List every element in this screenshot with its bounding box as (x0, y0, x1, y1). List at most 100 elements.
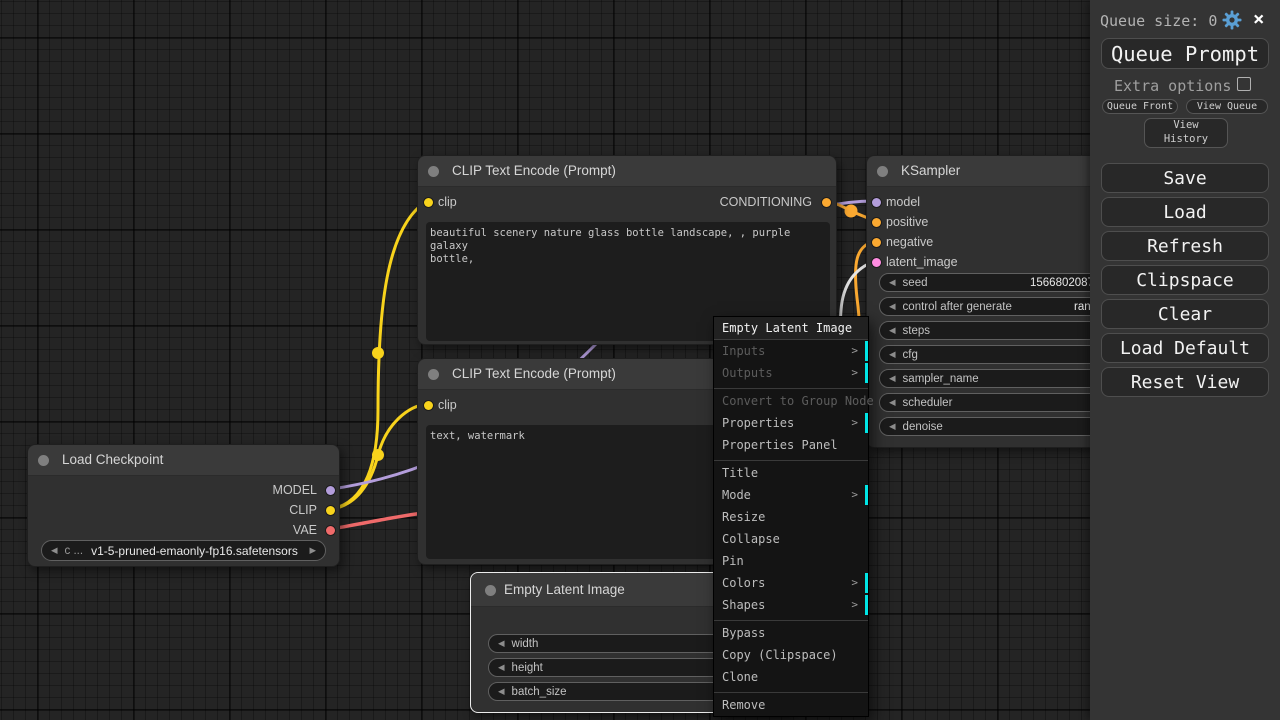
submenu-accent-bar (865, 363, 868, 383)
submenu-arrow-icon: > (851, 412, 858, 434)
node-header[interactable]: CLIP Text Encode (Prompt) (418, 156, 836, 187)
submenu-accent-bar (865, 573, 868, 593)
submenu-arrow-icon: > (851, 340, 858, 362)
view-history-button[interactable]: View History (1144, 118, 1228, 148)
node-title: KSampler (901, 156, 960, 186)
left-arrow-icon[interactable]: ◀ (51, 546, 58, 555)
widget-label: batch_size (512, 686, 567, 698)
port-latent-image-input[interactable] (872, 258, 881, 267)
menu-item-pin[interactable]: Pin (714, 550, 868, 572)
widget-label: steps (903, 325, 931, 337)
collapse-dot-icon[interactable] (38, 455, 49, 466)
view-queue-button[interactable]: View Queue (1186, 99, 1268, 114)
port-clip-output[interactable] (326, 506, 335, 515)
menu-item-outputs: Outputs > (714, 362, 868, 384)
right-arrow-icon[interactable]: ▶ (309, 546, 316, 555)
port-model-input[interactable] (872, 198, 881, 207)
load-button[interactable]: Load (1101, 197, 1269, 227)
menu-separator (714, 384, 868, 389)
comfy-menu-sidebar: Queue size: 0 × Queue Prompt Extra optio… (1090, 0, 1280, 720)
left-arrow-icon[interactable]: ◀ (498, 639, 505, 648)
port-clip-input[interactable] (424, 198, 433, 207)
left-arrow-icon[interactable]: ◀ (889, 302, 896, 311)
submenu-accent-bar (865, 485, 868, 505)
left-arrow-icon[interactable]: ◀ (889, 326, 896, 335)
port-positive-input[interactable] (872, 218, 881, 227)
queue-front-button[interactable]: Queue Front (1102, 99, 1178, 114)
widget-value: v1-5-pruned-emaonly-fp16.safetensors (91, 544, 298, 558)
menu-item-bypass[interactable]: Bypass (714, 622, 868, 644)
settings-gear-icon[interactable] (1222, 10, 1242, 34)
left-arrow-icon[interactable]: ◀ (889, 422, 896, 431)
node-header[interactable]: Load Checkpoint (28, 445, 339, 476)
collapse-dot-icon[interactable] (428, 166, 439, 177)
extra-options-checkbox[interactable] (1237, 77, 1251, 91)
widget-label: sampler_name (903, 373, 979, 385)
menu-item-collapse[interactable]: Collapse (714, 528, 868, 550)
widget-label: c ... (65, 545, 84, 557)
menu-item-copy-clipspace[interactable]: Copy (Clipspace) (714, 644, 868, 666)
node-title: Load Checkpoint (62, 445, 163, 475)
clipspace-button[interactable]: Clipspace (1101, 265, 1269, 295)
menu-item-remove[interactable]: Remove (714, 694, 868, 716)
node-load-checkpoint[interactable]: Load Checkpoint MODEL CLIP VAE ◀ c ... v… (27, 444, 340, 567)
queue-prompt-button[interactable]: Queue Prompt (1101, 38, 1269, 69)
left-arrow-icon[interactable]: ◀ (889, 398, 896, 407)
widget-value: 1566802087 (1030, 277, 1094, 289)
menu-separator (714, 616, 868, 621)
port-label: MODEL (273, 483, 317, 497)
refresh-button[interactable]: Refresh (1101, 231, 1269, 261)
port-label: VAE (293, 523, 317, 537)
port-clip-input[interactable] (424, 401, 433, 410)
load-default-button[interactable]: Load Default (1101, 333, 1269, 363)
port-label: positive (886, 215, 928, 229)
left-arrow-icon[interactable]: ◀ (498, 663, 505, 672)
submenu-arrow-icon: > (851, 362, 858, 384)
menu-item-resize[interactable]: Resize (714, 506, 868, 528)
widget-label: scheduler (903, 397, 953, 409)
node-context-menu: Empty Latent Image Inputs > Outputs > Co… (713, 316, 869, 717)
comfyui-app: CLIP Text Encode (Prompt) clip CONDITION… (0, 0, 1280, 720)
reset-view-button[interactable]: Reset View (1101, 367, 1269, 397)
menu-item-clone[interactable]: Clone (714, 666, 868, 688)
menu-item-properties[interactable]: Properties > (714, 412, 868, 434)
port-vae-output[interactable] (326, 526, 335, 535)
collapse-dot-icon[interactable] (877, 166, 888, 177)
port-label: model (886, 195, 920, 209)
node-title: CLIP Text Encode (Prompt) (452, 359, 616, 389)
submenu-arrow-icon: > (851, 484, 858, 506)
widget-label: seed (903, 277, 928, 289)
left-arrow-icon[interactable]: ◀ (498, 687, 505, 696)
menu-separator (714, 456, 868, 461)
submenu-accent-bar (865, 341, 868, 361)
conditioning-link-midpoint-dot (845, 205, 858, 218)
menu-item-colors[interactable]: Colors > (714, 572, 868, 594)
port-label: CLIP (289, 503, 317, 517)
queue-size-label: Queue size: 0 (1100, 12, 1217, 30)
port-negative-input[interactable] (872, 238, 881, 247)
menu-item-shapes[interactable]: Shapes > (714, 594, 868, 616)
left-arrow-icon[interactable]: ◀ (889, 350, 896, 359)
menu-item-convert-to-group-node: Convert to Group Node (714, 390, 868, 412)
menu-item-properties-panel[interactable]: Properties Panel (714, 434, 868, 456)
close-icon[interactable]: × (1253, 8, 1264, 30)
left-arrow-icon[interactable]: ◀ (889, 278, 896, 287)
left-arrow-icon[interactable]: ◀ (889, 374, 896, 383)
menu-item-title[interactable]: Title (714, 462, 868, 484)
submenu-arrow-icon: > (851, 572, 858, 594)
submenu-accent-bar (865, 413, 868, 433)
port-model-output[interactable] (326, 486, 335, 495)
clip-link-midpoint-dot (372, 449, 384, 461)
collapse-dot-icon[interactable] (485, 585, 496, 596)
collapse-dot-icon[interactable] (428, 369, 439, 380)
port-label: clip (438, 398, 457, 412)
port-conditioning-output[interactable] (822, 198, 831, 207)
port-label: clip (438, 195, 457, 209)
submenu-accent-bar (865, 595, 868, 615)
clear-button[interactable]: Clear (1101, 299, 1269, 329)
extra-options-label: Extra options (1114, 77, 1231, 95)
menu-item-mode[interactable]: Mode > (714, 484, 868, 506)
ckpt-name-widget[interactable]: ◀ c ... v1-5-pruned-emaonly-fp16.safeten… (41, 540, 326, 561)
save-button[interactable]: Save (1101, 163, 1269, 193)
context-menu-title: Empty Latent Image (714, 317, 868, 340)
